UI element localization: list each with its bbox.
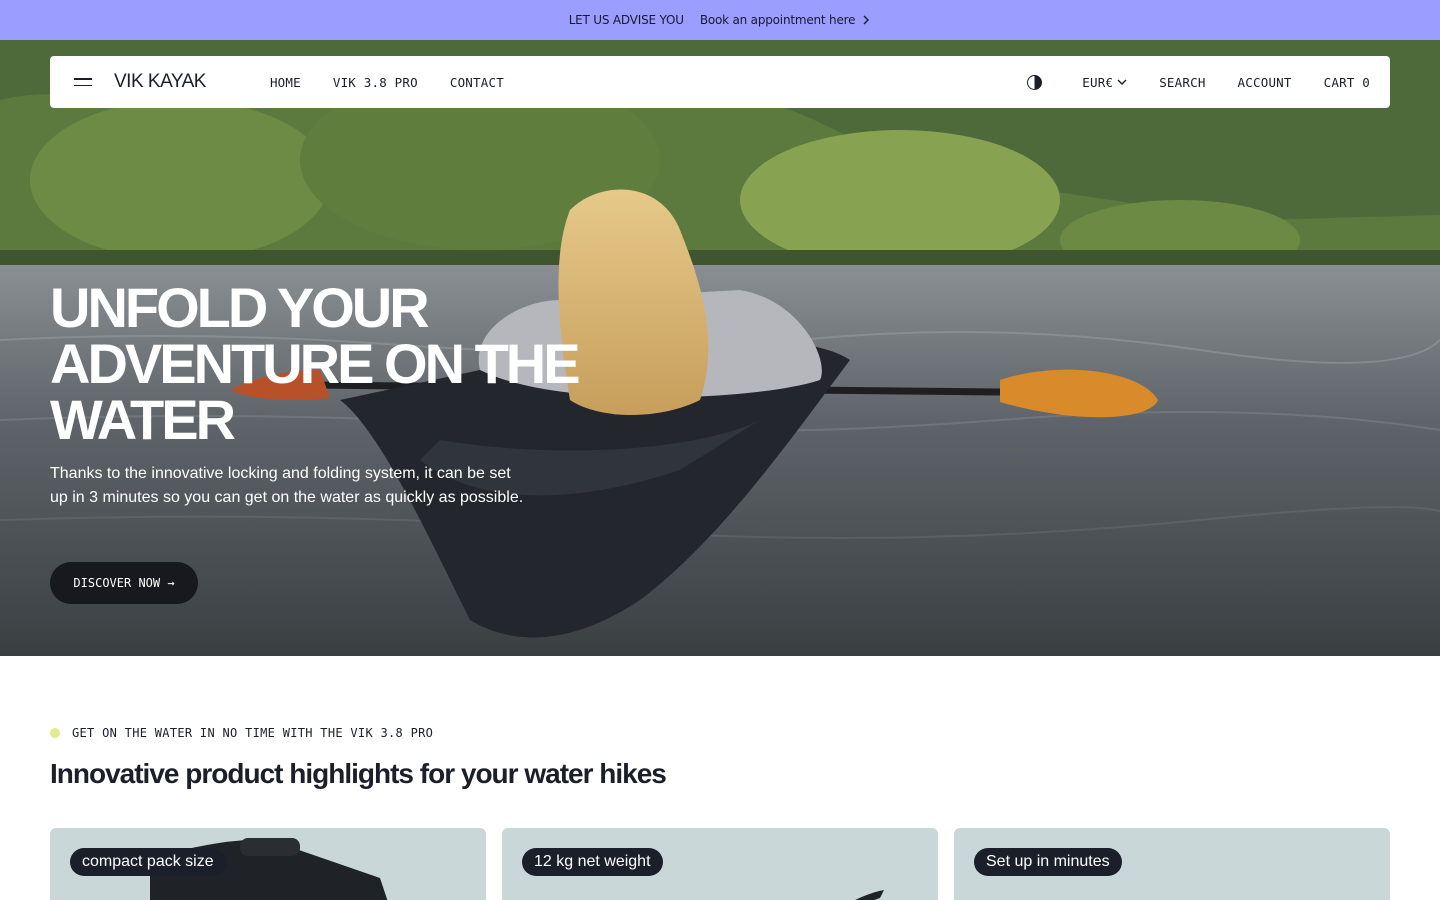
- currency-label: EUR€: [1082, 74, 1114, 90]
- book-appointment-label: Book an appointment here: [699, 13, 856, 27]
- accent-dot: [50, 728, 60, 738]
- card-tag: 12 kg net weight: [522, 848, 663, 876]
- discover-now-button[interactable]: DISCOVER NOW →: [50, 562, 198, 604]
- section-title: Innovative product highlights for your w…: [50, 758, 667, 789]
- contrast-icon[interactable]: [1027, 74, 1043, 90]
- chevron-down-icon: [1117, 79, 1127, 85]
- main-nav: HOME VIK 3.8 PRO CONTACT: [270, 75, 504, 90]
- announcement-text: LET US ADVISE YOU: [568, 13, 684, 27]
- highlight-card-weight[interactable]: 12 kg net weight: [502, 828, 938, 900]
- hero-title: UNFOLD YOUR ADVENTURE ON THE WATER: [50, 276, 581, 451]
- eyebrow-text: GET ON THE WATER IN NO TIME WITH THE VIK…: [72, 726, 434, 740]
- site-header: VIK KAYAK HOME VIK 3.8 PRO CONTACT EUR€ …: [50, 56, 1390, 108]
- account-link[interactable]: ACCOUNT: [1238, 75, 1292, 90]
- menu-icon[interactable]: [74, 76, 92, 88]
- header-actions: EUR€ SEARCH ACCOUNT CART 0: [1027, 74, 1370, 90]
- nav-contact[interactable]: CONTACT: [450, 75, 504, 90]
- card-tag: compact pack size: [70, 848, 226, 876]
- nav-vik-3-8-pro[interactable]: VIK 3.8 PRO: [333, 75, 418, 90]
- currency-selector[interactable]: EUR€: [1082, 75, 1127, 90]
- highlight-card-setup[interactable]: Set up in minutes: [954, 828, 1390, 900]
- section-eyebrow: GET ON THE WATER IN NO TIME WITH THE VIK…: [50, 726, 433, 740]
- highlight-card-pack-size[interactable]: compact pack size: [50, 828, 486, 900]
- announcement-bar: LET US ADVISE YOU Book an appointment he…: [0, 0, 1440, 40]
- chevron-right-icon: [863, 15, 870, 25]
- search-link[interactable]: SEARCH: [1159, 75, 1205, 90]
- nav-home[interactable]: HOME: [270, 75, 301, 90]
- cart-link[interactable]: CART 0: [1324, 75, 1370, 90]
- hero-subtitle: Thanks to the innovative locking and fol…: [50, 465, 524, 506]
- book-appointment-link[interactable]: Book an appointment here: [700, 13, 871, 27]
- site-logo[interactable]: VIK KAYAK: [114, 71, 206, 93]
- card-tag: Set up in minutes: [974, 848, 1122, 876]
